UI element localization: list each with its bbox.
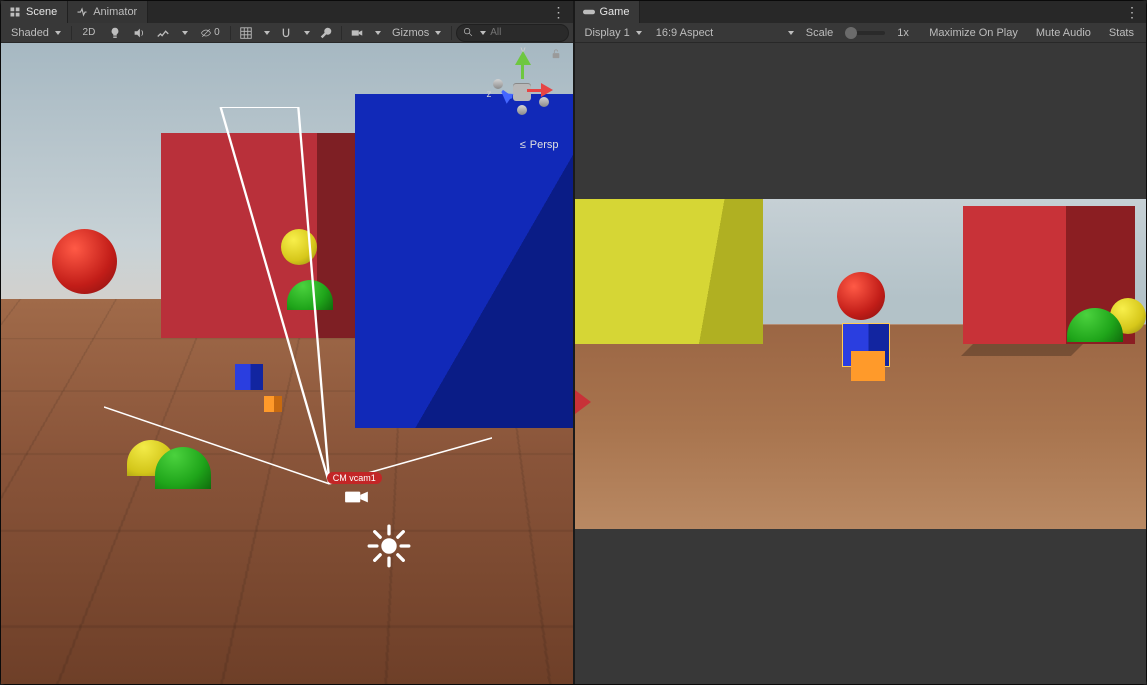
projection-label: Persp [530,139,559,151]
scene-fx-toggle[interactable] [152,24,174,42]
chevron-down-icon [480,31,486,35]
maximize-on-play-toggle[interactable]: Maximize On Play [921,27,1026,39]
stats-toggle[interactable]: Stats [1101,27,1142,39]
axis-z-label: z [487,89,492,100]
scene-icon [9,6,21,18]
axis-z[interactable] [501,93,519,111]
chevron-down-icon [55,31,61,35]
projection-toggle[interactable]: ≤ Persp [520,139,559,151]
toggle-2d-label: 2D [83,27,96,38]
game-toolbar: Display 1 16:9 Aspect Scale 1x Maximize … [575,23,1147,43]
scene-tab-menu[interactable]: ⋮ [546,1,573,23]
chevron-down-icon [304,31,310,35]
game-tab-bar: Game ⋮ [575,1,1147,23]
scene-panel: Scene Animator ⋮ Shaded 2D [1,1,573,684]
shading-mode-dropdown[interactable]: Shaded [5,24,67,42]
axis-neg[interactable] [517,105,527,115]
game-panel: Game ⋮ Display 1 16:9 Aspect Scale 1x Ma… [573,1,1147,684]
projection-back-icon: ≤ [520,139,526,151]
snap-toggle[interactable] [275,24,297,42]
scale-slider[interactable] [845,31,885,35]
game-render [575,199,1147,529]
gizmos-label: Gizmos [392,27,429,39]
chevron-down-icon [788,31,794,35]
scene-audio-toggle[interactable] [128,24,150,42]
snap-icon [279,26,293,40]
scene-camera-dropdown[interactable] [370,24,384,42]
tab-scene-label: Scene [26,6,57,18]
axis-neg[interactable] [493,79,503,89]
separator [230,26,231,40]
eye-off-icon [200,27,212,39]
camera-gizmo-icon[interactable] [344,488,370,509]
toggle-2d-button[interactable]: 2D [76,24,102,42]
scene-lighting-toggle[interactable] [104,24,126,42]
grid-toggle[interactable] [235,24,257,42]
display-label: Display 1 [585,27,630,39]
separator [451,26,452,40]
animator-icon [76,6,88,18]
mute-audio-toggle[interactable]: Mute Audio [1028,27,1099,39]
scene-fx-dropdown[interactable] [176,24,192,42]
grid-dropdown[interactable] [259,24,273,42]
tab-scene[interactable]: Scene [1,1,68,23]
chevron-down-icon [435,31,441,35]
scale-value: 1x [893,27,913,39]
scene-viewport[interactable]: CM vcam1 [1,43,573,684]
tab-game-label: Game [600,6,630,18]
tab-animator-label: Animator [93,6,137,18]
scene-search-input[interactable] [490,27,561,38]
scene-toolbar: Shaded 2D 0 [1,23,573,43]
aspect-dropdown[interactable]: 16:9 Aspect [650,24,800,42]
hidden-count: 0 [214,27,220,38]
axis-neg[interactable] [539,97,549,107]
chevron-down-icon [182,31,188,35]
chevron-down-icon [264,31,270,35]
wrench-icon [319,26,333,40]
lock-icon[interactable] [551,49,561,62]
tool-settings-button[interactable] [315,24,337,42]
game-tab-menu[interactable]: ⋮ [1119,1,1146,23]
shading-mode-label: Shaded [11,27,49,39]
chevron-down-icon [636,31,642,35]
game-viewport[interactable] [575,43,1147,684]
scene-visibility-toggle[interactable]: 0 [194,24,226,42]
snap-dropdown[interactable] [299,24,313,42]
camera-icon [350,26,364,40]
scene-search[interactable] [456,24,568,42]
axis-y[interactable] [515,51,531,79]
search-icon [463,27,474,38]
display-dropdown[interactable]: Display 1 [579,24,648,42]
grid-icon [239,26,253,40]
gizmos-dropdown[interactable]: Gizmos [386,24,447,42]
tab-animator[interactable]: Animator [68,1,148,23]
vcam-label[interactable]: CM vcam1 [327,472,382,484]
scene-camera-button[interactable] [346,24,368,42]
axis-x[interactable] [527,83,553,97]
separator [71,26,72,40]
aspect-label: 16:9 Aspect [656,27,714,39]
game-letterbox [575,43,1147,684]
lightbulb-icon [108,26,122,40]
fx-icon [156,26,170,40]
audio-icon [132,26,146,40]
scale-label: Scale [802,27,838,39]
scene-tab-bar: Scene Animator ⋮ [1,1,573,23]
game-icon [583,6,595,18]
chevron-down-icon [375,31,381,35]
tab-game[interactable]: Game [575,1,641,23]
light-gizmo-icon[interactable] [367,524,411,571]
separator [341,26,342,40]
